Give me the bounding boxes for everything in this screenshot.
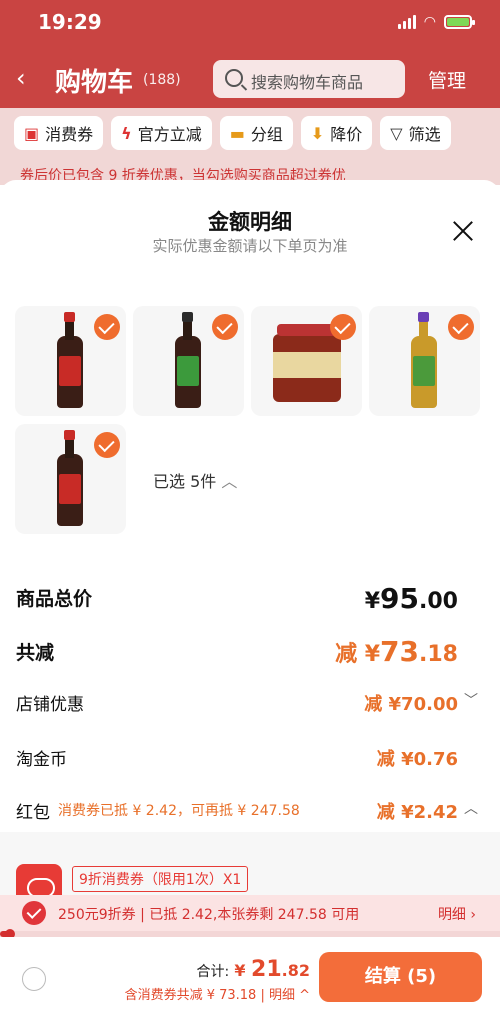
total-dec: .00 (419, 589, 458, 614)
chevron-up-icon: ︿ (221, 472, 238, 491)
coupon-icon: ▣ (24, 123, 40, 143)
sum-int: 21 (251, 957, 282, 982)
filter-coupon[interactable]: ▣ 消费券 (14, 116, 104, 150)
sum-label: 合计: (196, 964, 230, 980)
promo-text: 250元9折券 | 已抵 2.42,本张券剩 247.58 可用 (58, 907, 360, 923)
garlic-chili-sauce-jar-image (273, 324, 341, 402)
battery-icon (444, 15, 475, 29)
cooking-wine-bottle-image (411, 312, 437, 410)
filter-official-discount[interactable]: ϟ 官方立减 (111, 116, 212, 150)
checkmark-icon[interactable] (94, 314, 120, 340)
product-thumb[interactable] (133, 306, 244, 416)
back-arrow-icon[interactable]: ‹ (16, 64, 26, 92)
sheet-title: 金额明细 (208, 210, 292, 234)
chevron-up-icon: ︿ (464, 801, 478, 817)
coupon-promo-bar[interactable]: 250元9折券 | 已抵 2.42,本张券剩 247.58 可用 明细 › (0, 895, 500, 931)
filter-label: 消费券 (45, 125, 94, 144)
total-reduction-label: 共减 (16, 642, 55, 664)
filter-icon: ▽ (390, 123, 403, 143)
bottom-bar: 合计: ¥ 21.82 含消费券共减 ¥ 73.18 | 明细 ^ 结算 (5) (0, 937, 500, 1016)
search-input[interactable]: 搜索购物车商品 (213, 60, 405, 98)
select-all-radio[interactable] (22, 967, 46, 991)
selected-count-label: 已选 5件 (153, 472, 217, 491)
close-icon[interactable] (452, 220, 474, 242)
sheet-subtitle: 实际优惠金额请以下单页为准 (152, 237, 348, 255)
taojinbi-value: 减 ¥0.76 (376, 749, 458, 770)
product-thumb[interactable] (15, 306, 126, 416)
page-title: 购物车 (55, 68, 134, 98)
filter-price-drop[interactable]: ⬇ 降价 (300, 116, 373, 150)
currency: ¥ (364, 589, 381, 614)
total-int: 95 (380, 582, 420, 615)
wifi-icon: ◠ (423, 14, 436, 30)
coupon-tag: 9折消费券（限用1次）X1 (72, 866, 249, 892)
total-price-label: 商品总价 (16, 588, 93, 610)
status-icons: ◠ (397, 14, 475, 30)
reduction-dec: .18 (419, 642, 458, 667)
shop-discount-value: 减 ¥70.00 (364, 694, 458, 715)
checkmark-icon[interactable] (330, 314, 356, 340)
sum-dec: .82 (281, 961, 310, 980)
reduction-int: 73 (380, 635, 420, 668)
sum-currency: ¥ (234, 961, 246, 980)
chevron-down-icon: ﹀ (464, 693, 478, 709)
red-packet-label: 红包 (16, 803, 50, 823)
checkmark-icon[interactable] (448, 314, 474, 340)
top-bar: ‹ 购物车 (188) 搜索购物车商品 管理 (0, 60, 500, 100)
filter-label: 筛选 (408, 125, 441, 144)
sum-line: 合计: ¥ 21.82 (197, 957, 311, 982)
total-reduction-value: 减 ¥73.18 (335, 635, 458, 668)
filter-label: 降价 (330, 125, 363, 144)
folder-icon: ▬ (229, 123, 245, 143)
reduction-prefix: 减 ¥ (335, 642, 381, 667)
sum-amount: ¥ 21.82 (234, 957, 310, 982)
filter-label: 分组 (250, 125, 283, 144)
status-time: 19:29 (38, 10, 102, 34)
status-bar: 19:29 ◠ (0, 8, 500, 38)
product-thumb[interactable] (15, 424, 126, 534)
total-price-value: ¥95.00 (365, 582, 458, 615)
soy-sauce-bottle-image (57, 312, 83, 410)
checkmark-icon[interactable] (212, 314, 238, 340)
vinegar-bottle-image (175, 312, 201, 410)
filter-group[interactable]: ▬ 分组 (219, 116, 293, 150)
checkout-button[interactable]: 结算 (5) (319, 952, 482, 1002)
signal-icon (397, 15, 416, 29)
red-packet-note: 消费券已抵 ¥ 2.42，可再抵 ¥ 247.58 (58, 803, 300, 819)
filter-filter[interactable]: ▽ 筛选 (380, 116, 451, 150)
search-placeholder: 搜索购物车商品 (251, 73, 364, 92)
oyster-sauce-bottle-image (57, 430, 83, 528)
amount-detail-sheet: 金额明细 实际优惠金额请以下单页为准 已选 5件 ︿ 商品总价 ¥95.00 共… (0, 180, 500, 1016)
filter-label: 官方立减 (137, 125, 202, 144)
lightning-icon: ϟ (121, 123, 132, 143)
manage-button[interactable]: 管理 (428, 66, 466, 93)
cart-count: (188) (143, 72, 181, 88)
filter-chips: ▣ 消费券 ϟ 官方立减 ▬ 分组 ⬇ 降价 ▽ 筛选 (14, 116, 451, 150)
promo-detail-link[interactable]: 明细 › (438, 904, 476, 924)
shop-discount-label: 店铺优惠 (16, 695, 84, 715)
sum-subtext[interactable]: 含消费券共减 ¥ 73.18 | 明细 ^ (125, 984, 310, 1003)
search-icon (225, 69, 243, 87)
red-packet-value: 减 ¥2.42 (376, 802, 458, 823)
down-arrow-icon: ⬇ (310, 123, 325, 143)
product-thumb[interactable] (251, 306, 362, 416)
product-thumb[interactable] (369, 306, 480, 416)
checkmark-icon[interactable] (94, 432, 120, 458)
filter-area: ▣ 消费券 ϟ 官方立减 ▬ 分组 ⬇ 降价 ▽ 筛选 券后价已包含 9 折券优惠，当勾选… (0, 108, 500, 185)
checkmark-icon[interactable] (22, 901, 46, 925)
taojinbi-label: 淘金币 (16, 750, 67, 770)
selected-count[interactable]: 已选 5件 ︿ (153, 468, 237, 492)
